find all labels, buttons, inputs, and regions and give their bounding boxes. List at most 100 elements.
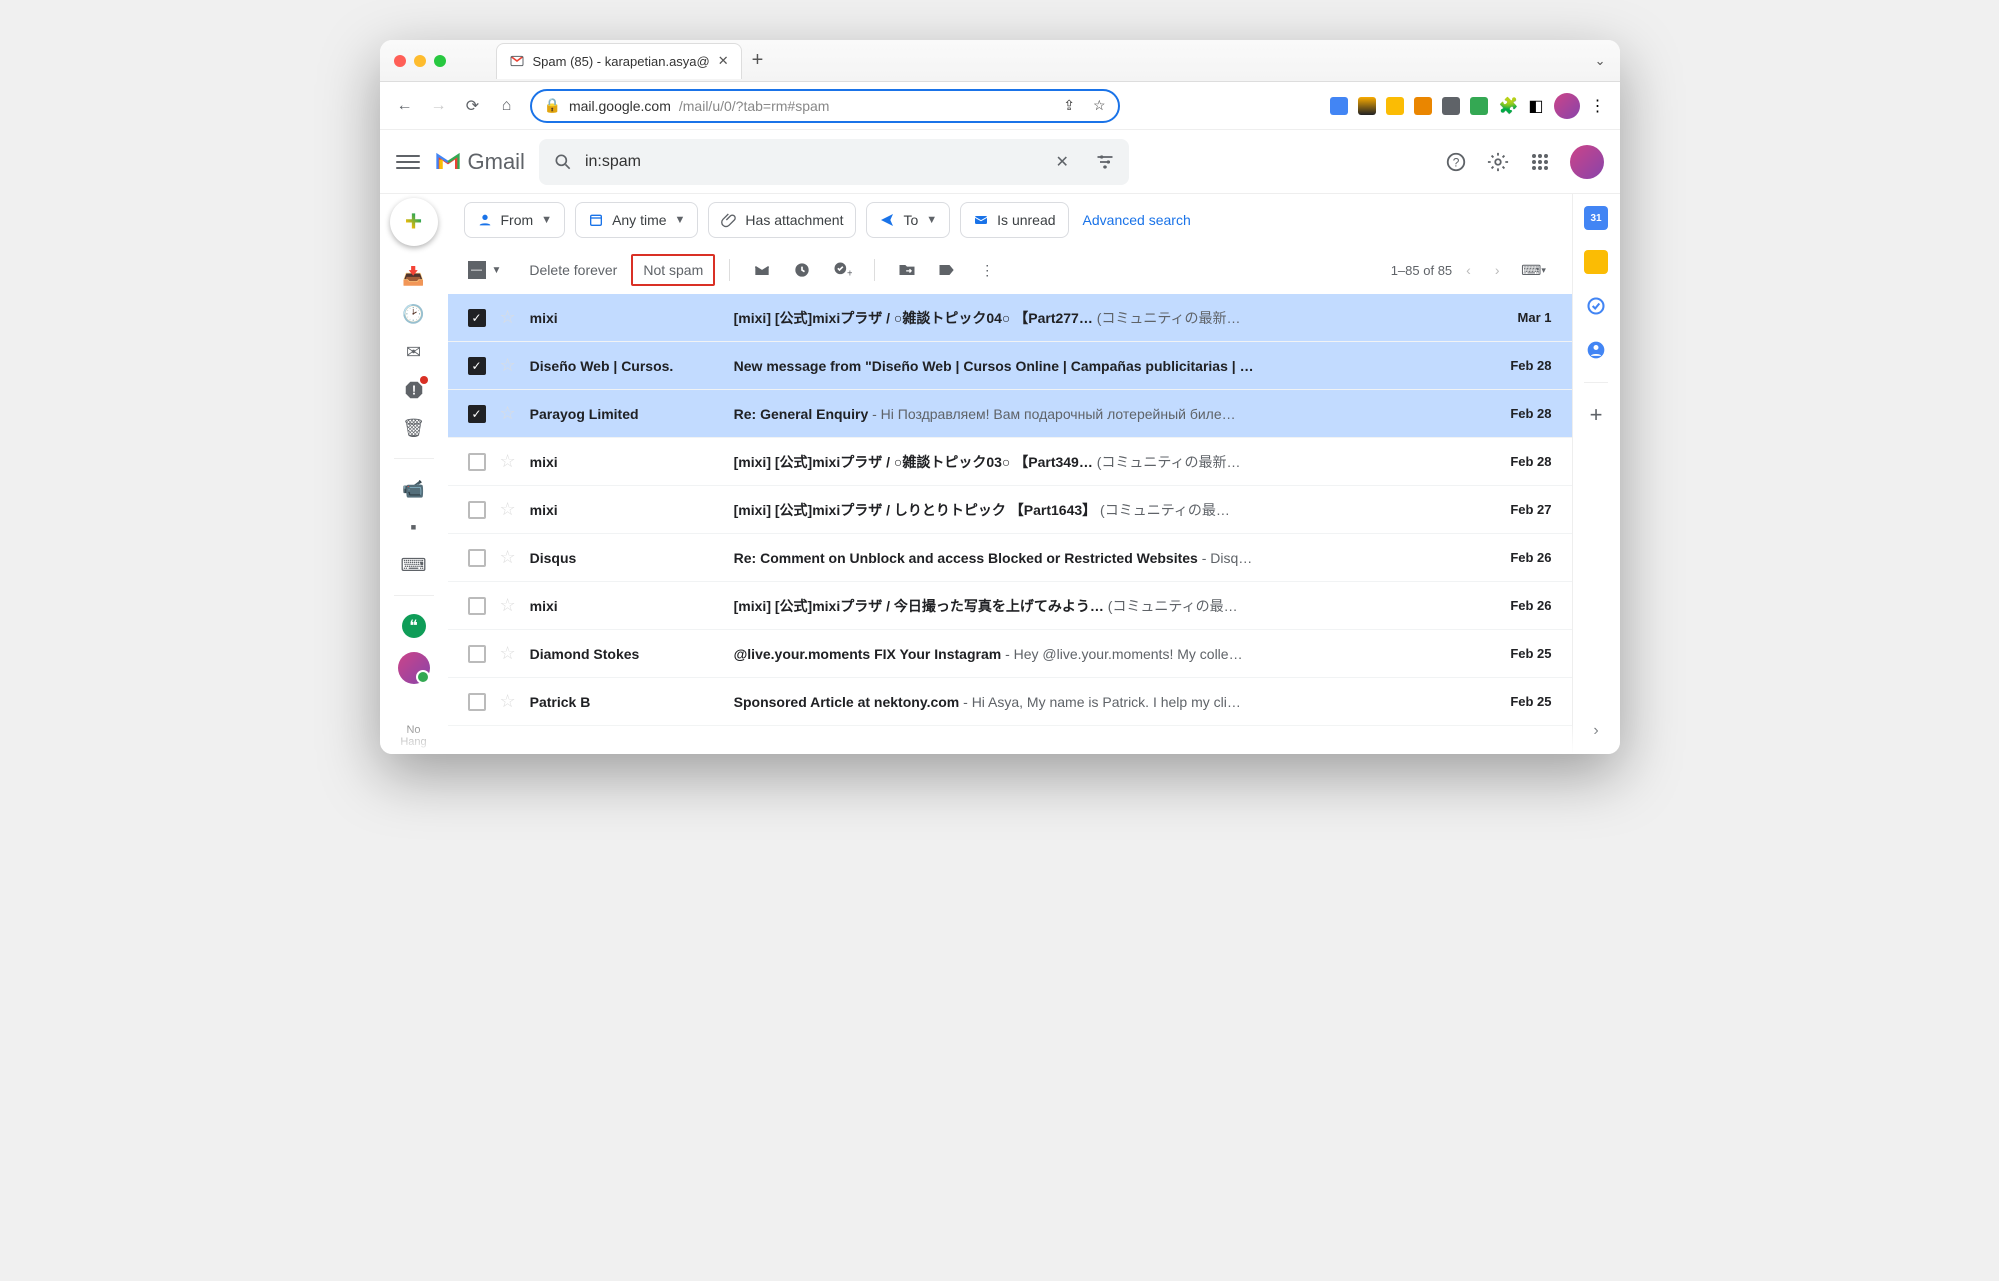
extension-icon[interactable] xyxy=(1414,97,1432,115)
meet-new-icon[interactable]: 📹 xyxy=(402,477,426,501)
close-window-button[interactable] xyxy=(394,55,406,67)
prev-page-button[interactable]: ‹ xyxy=(1456,258,1481,282)
fullscreen-window-button[interactable] xyxy=(434,55,446,67)
extensions-puzzle-icon[interactable]: 🧩 xyxy=(1498,96,1518,116)
row-checkbox[interactable] xyxy=(468,501,486,519)
back-button[interactable]: ← xyxy=(394,95,416,117)
filter-attachment-chip[interactable]: Has attachment xyxy=(708,202,856,238)
apps-grid-button[interactable] xyxy=(1528,150,1552,174)
message-row[interactable]: ☆mixi[mixi] [公式]mixiプラザ / 今日撮った写真を上げてみよう… xyxy=(448,582,1572,630)
message-toolbar: —▼ Delete forever Not spam + ⋮ 1–85 of 8… xyxy=(448,246,1572,294)
account-avatar[interactable] xyxy=(1570,145,1604,179)
bookmark-star-icon[interactable]: ☆ xyxy=(1093,97,1106,114)
mark-read-icon[interactable] xyxy=(750,258,774,282)
main-menu-button[interactable] xyxy=(396,150,420,174)
trash-icon[interactable]: 🗑 xyxy=(402,416,426,440)
reload-button[interactable]: ⟳ xyxy=(462,95,484,117)
spam-icon[interactable]: ! xyxy=(402,378,426,402)
star-icon[interactable]: ☆ xyxy=(500,595,516,616)
add-to-tasks-icon[interactable]: + xyxy=(830,258,854,282)
row-checkbox[interactable]: ✓ xyxy=(468,357,486,375)
keyboard-icon[interactable]: ⌨ xyxy=(402,553,426,577)
message-row[interactable]: ✓☆Diseño Web | Cursos.New message from "… xyxy=(448,342,1572,390)
filter-to-chip[interactable]: To▼ xyxy=(866,202,950,238)
move-to-icon[interactable] xyxy=(895,258,919,282)
extension-icon[interactable] xyxy=(1470,97,1488,115)
clear-search-button[interactable]: ✕ xyxy=(1056,152,1069,172)
filter-time-chip[interactable]: Any time▼ xyxy=(575,202,698,238)
row-checkbox[interactable] xyxy=(468,693,486,711)
not-spam-button[interactable]: Not spam xyxy=(631,254,715,286)
side-panel-icon[interactable]: ◧ xyxy=(1528,96,1543,116)
more-actions-icon[interactable]: ⋮ xyxy=(975,258,999,282)
row-checkbox[interactable] xyxy=(468,453,486,471)
help-button[interactable]: ? xyxy=(1444,150,1468,174)
message-row[interactable]: ✓☆mixi[mixi] [公式]mixiプラザ / ○雑談トピック04○ 【P… xyxy=(448,294,1572,342)
message-row[interactable]: ☆Patrick BSponsored Article at nektony.c… xyxy=(448,678,1572,726)
message-row[interactable]: ☆mixi[mixi] [公式]mixiプラザ / ○雑談トピック03○ 【Pa… xyxy=(448,438,1572,486)
drafts-icon[interactable]: ✉ xyxy=(402,340,426,364)
message-row[interactable]: ✓☆Parayog LimitedRe: General Enquiry - H… xyxy=(448,390,1572,438)
labels-icon[interactable] xyxy=(935,258,959,282)
home-button[interactable]: ⌂ xyxy=(496,95,518,117)
meet-join-icon[interactable]: ▪ xyxy=(402,515,426,539)
star-icon[interactable]: ☆ xyxy=(500,355,516,376)
minimize-window-button[interactable] xyxy=(414,55,426,67)
select-dropdown-icon[interactable]: ▼ xyxy=(492,265,502,276)
select-all-checkbox[interactable]: — xyxy=(468,261,486,279)
filter-unread-chip[interactable]: Is unread xyxy=(960,202,1068,238)
star-icon[interactable]: ☆ xyxy=(500,499,516,520)
subject-line: [mixi] [公式]mixiプラザ / ○雑談トピック04○ 【Part277… xyxy=(734,308,1478,328)
search-query-text: in:spam xyxy=(585,153,641,171)
snoozed-icon[interactable]: 🕑 xyxy=(402,302,426,326)
svg-text:+: + xyxy=(847,269,852,280)
star-icon[interactable]: ☆ xyxy=(500,691,516,712)
snooze-icon[interactable] xyxy=(790,258,814,282)
message-row[interactable]: ☆Diamond Stokes@live.your.moments FIX Yo… xyxy=(448,630,1572,678)
gmail-logo[interactable]: Gmail xyxy=(434,148,525,176)
search-options-icon[interactable] xyxy=(1095,152,1115,172)
kebab-menu-icon[interactable]: ⋮ xyxy=(1590,96,1606,116)
filter-from-chip[interactable]: From▼ xyxy=(464,202,566,238)
hangouts-avatar[interactable] xyxy=(398,652,430,684)
row-checkbox[interactable] xyxy=(468,549,486,567)
row-checkbox[interactable] xyxy=(468,645,486,663)
tasks-app-icon[interactable] xyxy=(1584,294,1608,318)
browser-tab[interactable]: Spam (85) - karapetian.asya@ ✕ xyxy=(496,43,742,79)
input-tools-icon[interactable]: ⌨▾ xyxy=(1522,258,1546,282)
new-tab-button[interactable]: + xyxy=(752,49,764,72)
extension-icon[interactable] xyxy=(1358,97,1376,115)
calendar-app-icon[interactable]: 31 xyxy=(1584,206,1608,230)
delete-forever-button[interactable]: Delete forever xyxy=(519,256,627,284)
address-bar[interactable]: 🔒 mail.google.com/mail/u/0/?tab=rm#spam … xyxy=(530,89,1120,123)
star-icon[interactable]: ☆ xyxy=(500,643,516,664)
profile-avatar[interactable] xyxy=(1554,93,1580,119)
row-checkbox[interactable]: ✓ xyxy=(468,309,486,327)
extension-icon[interactable] xyxy=(1442,97,1460,115)
get-addons-button[interactable]: + xyxy=(1584,403,1608,427)
star-icon[interactable]: ☆ xyxy=(500,403,516,424)
row-checkbox[interactable] xyxy=(468,597,486,615)
extension-icon[interactable] xyxy=(1330,97,1348,115)
star-icon[interactable]: ☆ xyxy=(500,547,516,568)
inbox-icon[interactable]: 📥 xyxy=(402,264,426,288)
advanced-search-link[interactable]: Advanced search xyxy=(1083,212,1191,228)
share-icon[interactable]: ⇪ xyxy=(1063,97,1075,114)
hangouts-icon[interactable]: ❝ xyxy=(402,614,426,638)
settings-button[interactable] xyxy=(1486,150,1510,174)
next-page-button[interactable]: › xyxy=(1485,258,1510,282)
compose-button[interactable]: + xyxy=(390,198,438,246)
message-row[interactable]: ☆DisqusRe: Comment on Unblock and access… xyxy=(448,534,1572,582)
close-tab-button[interactable]: ✕ xyxy=(718,53,729,69)
message-row[interactable]: ☆mixi[mixi] [公式]mixiプラザ / しりとりトピック 【Part… xyxy=(448,486,1572,534)
star-icon[interactable]: ☆ xyxy=(500,451,516,472)
search-input[interactable]: in:spam ✕ xyxy=(539,139,1129,185)
keep-app-icon[interactable] xyxy=(1584,250,1608,274)
row-checkbox[interactable]: ✓ xyxy=(468,405,486,423)
hide-side-panel-button[interactable]: › xyxy=(1593,722,1598,740)
extension-icon[interactable] xyxy=(1386,97,1404,115)
contacts-app-icon[interactable] xyxy=(1584,338,1608,362)
tab-list-button[interactable]: ⌄ xyxy=(1595,53,1606,69)
star-icon[interactable]: ☆ xyxy=(500,307,516,328)
forward-button[interactable]: → xyxy=(428,95,450,117)
